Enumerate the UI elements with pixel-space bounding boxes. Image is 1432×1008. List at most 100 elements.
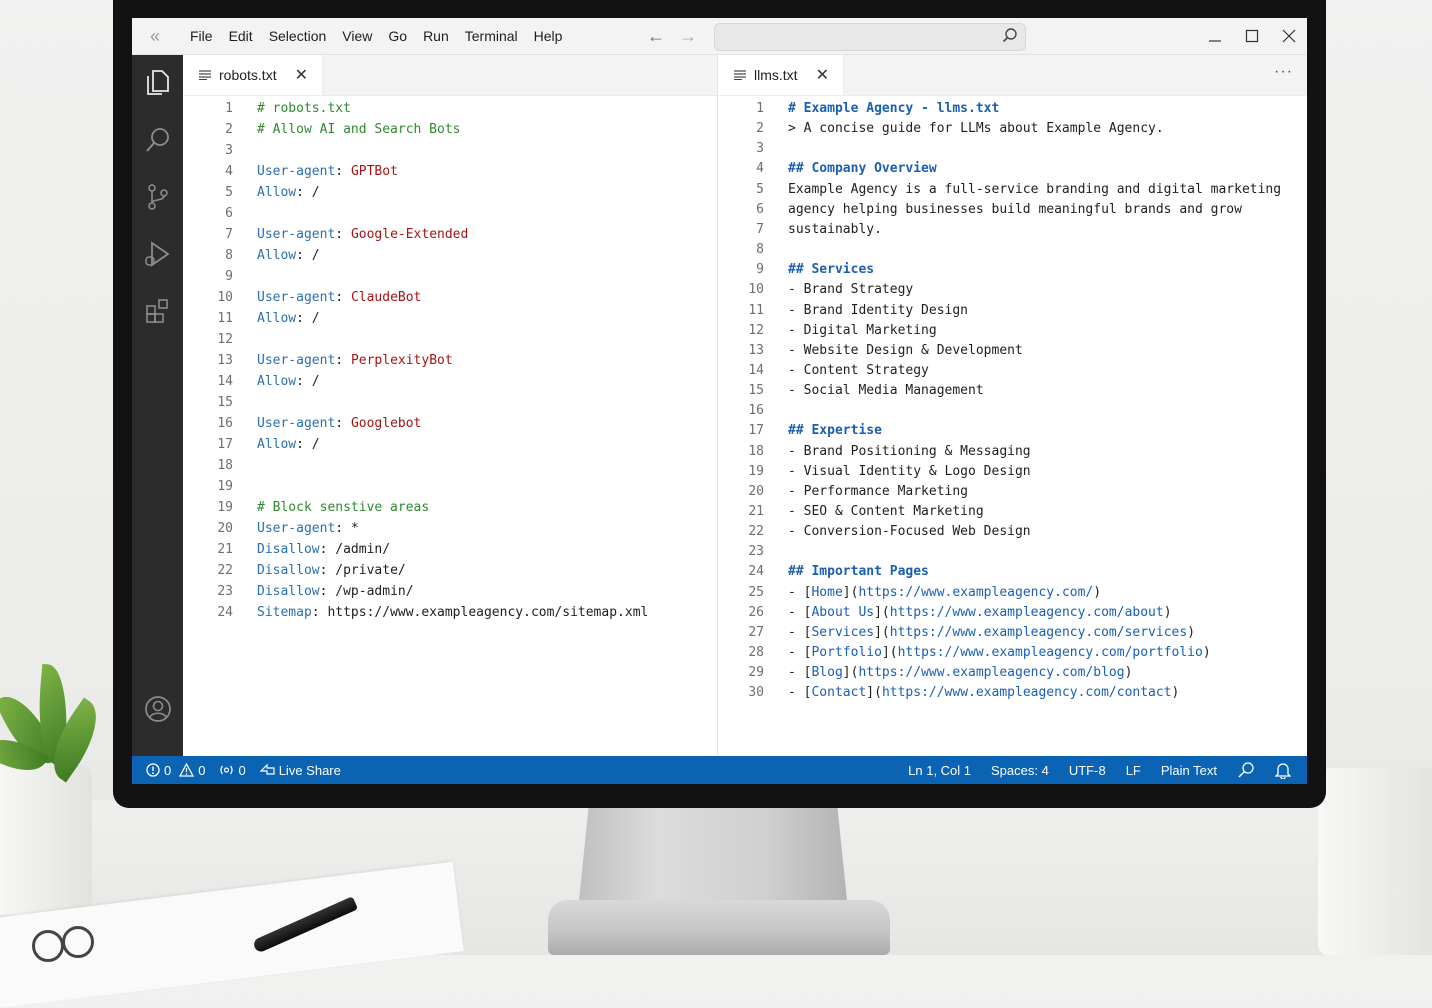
- menu-item-help[interactable]: Help: [526, 28, 571, 44]
- code-token: ): [1202, 645, 1211, 661]
- code-line: 14 Allow: /: [183, 374, 320, 394]
- double-chevron-left-icon[interactable]: «: [132, 18, 178, 54]
- ports-indicator[interactable]: 0: [219, 762, 246, 778]
- code-token: - Content Strategy: [788, 362, 929, 378]
- source-control-icon[interactable]: [144, 183, 172, 211]
- close-icon[interactable]: ✕: [295, 65, 308, 85]
- line-number: 30: [748, 685, 764, 701]
- live-share-button[interactable]: Live Share: [259, 763, 341, 778]
- code-text: ## Important Pages: [788, 564, 929, 584]
- close-icon[interactable]: [1270, 18, 1307, 54]
- encoding[interactable]: UTF-8: [1069, 763, 1106, 778]
- menu-item-file[interactable]: File: [182, 28, 221, 44]
- command-center-search[interactable]: [714, 23, 1026, 51]
- line-number: 14: [748, 362, 764, 378]
- arrow-left-icon[interactable]: ←: [647, 26, 665, 47]
- search-icon[interactable]: [144, 126, 172, 154]
- line-number: 8: [756, 242, 764, 258]
- bell-icon[interactable]: [1275, 761, 1291, 779]
- code-text: - Conversion-Focused Web Design: [788, 524, 1031, 544]
- code-token: Blog: [811, 665, 843, 681]
- menu-item-go[interactable]: Go: [380, 28, 415, 44]
- code-text: - [Contact](https://www.exampleagency.co…: [788, 685, 1179, 705]
- code-line: 4 User-agent: GPTBot: [183, 164, 398, 184]
- status-bar: 0 0 0 Live Share Ln 1, Col 1 Spaces: 4 U…: [132, 756, 1307, 784]
- code-text: User-agent: Googlebot: [257, 416, 421, 436]
- code-token: https://www.exampleagency.com/portfolio: [897, 645, 1203, 661]
- code-line: 10 User-agent: ClaudeBot: [183, 290, 421, 310]
- end-of-line[interactable]: LF: [1126, 763, 1141, 778]
- code-token: - Brand Identity Design: [788, 302, 969, 318]
- code-text: Allow: /: [257, 437, 320, 457]
- line-number: 14: [217, 374, 233, 389]
- code-text: - Brand Identity Design: [788, 303, 968, 323]
- code-line: 24 Sitemap: https://www.exampleagency.com…: [183, 605, 648, 625]
- menu-item-run[interactable]: Run: [415, 28, 457, 44]
- code-line: 27 - [Services](https://www.exampleagency…: [718, 625, 1195, 645]
- minimize-icon[interactable]: [1196, 18, 1233, 54]
- menu-item-selection[interactable]: Selection: [261, 28, 335, 44]
- line-number: 28: [748, 645, 764, 661]
- code-token: User-agent: [257, 290, 336, 305]
- tab-llms-txt[interactable]: llms.txt ✕: [718, 55, 844, 95]
- line-number: 19: [217, 500, 233, 515]
- menu-item-view[interactable]: View: [334, 28, 380, 44]
- code-token: - Digital Marketing: [788, 322, 937, 338]
- line-number: 19: [748, 463, 764, 479]
- code-token: - Brand Positioning & Messaging: [788, 443, 1031, 459]
- extensions-icon[interactable]: [144, 297, 172, 325]
- arrow-right-icon[interactable]: →: [679, 26, 697, 47]
- tab-label: robots.txt: [219, 67, 277, 83]
- code-token: ## Important Pages: [788, 564, 929, 580]
- code-token: : /private/: [319, 563, 406, 578]
- menu-item-edit[interactable]: Edit: [221, 28, 261, 44]
- ports-count: 0: [238, 762, 246, 778]
- line-number: 3: [756, 141, 764, 157]
- code-line: 13 User-agent: PerplexityBot: [183, 353, 452, 373]
- line-number: 29: [748, 665, 764, 681]
- code-line: 23: [718, 544, 788, 564]
- code-line: 9: [183, 269, 257, 289]
- account-icon[interactable]: [144, 695, 172, 723]
- code-token: sustainably.: [788, 221, 882, 237]
- code-line: 19 # Block senstive areas: [183, 500, 429, 520]
- feedback-icon[interactable]: [1237, 761, 1255, 779]
- cursor-position[interactable]: Ln 1, Col 1: [908, 763, 971, 778]
- line-number: 7: [756, 221, 764, 237]
- code-token: : /: [296, 248, 320, 263]
- line-number: 7: [225, 227, 233, 242]
- code-text: Allow: /: [257, 374, 320, 394]
- search-icon: [1002, 28, 1017, 43]
- maximize-icon[interactable]: [1233, 18, 1270, 54]
- problems-indicator[interactable]: 0 0: [146, 763, 205, 778]
- line-number: 20: [748, 483, 764, 499]
- close-icon[interactable]: ✕: [816, 65, 829, 85]
- code-text: - Website Design & Development: [788, 343, 1023, 363]
- code-line: 10 - Brand Strategy: [718, 282, 913, 302]
- code-text: Allow: /: [257, 248, 320, 268]
- code-token: Sitemap: [257, 605, 312, 620]
- line-number: 21: [748, 504, 764, 519]
- code-line: 3: [718, 141, 788, 161]
- warnings-count: 0: [198, 762, 206, 778]
- code-token: About Us: [811, 604, 875, 620]
- line-number: 17: [748, 423, 764, 439]
- tab-robots-txt[interactable]: robots.txt ✕: [183, 55, 323, 95]
- language-mode[interactable]: Plain Text: [1161, 763, 1217, 778]
- code-line: 16 User-agent: Googlebot: [183, 416, 421, 436]
- indentation[interactable]: Spaces: 4: [991, 763, 1049, 778]
- code-token: - Visual Identity & Logo Design: [788, 463, 1031, 479]
- menu-item-terminal[interactable]: Terminal: [457, 28, 526, 44]
- files-icon[interactable]: [144, 69, 172, 97]
- line-number: 23: [748, 544, 764, 560]
- line-number: 21: [217, 542, 233, 557]
- code-token: - Brand Strategy: [788, 282, 914, 298]
- code-token: Services: [811, 624, 875, 640]
- code-token: # Allow AI and Search Bots: [257, 122, 461, 137]
- line-number: 6: [756, 201, 764, 217]
- editor-pane-llms: llms.txt ✕ ··· 1 # Example Agency - llms.…: [718, 55, 1307, 756]
- code-text: - Social Media Management: [788, 383, 984, 403]
- run-debug-icon[interactable]: [144, 240, 172, 268]
- more-actions-icon[interactable]: ···: [1274, 63, 1293, 81]
- code-token: ): [1093, 584, 1102, 600]
